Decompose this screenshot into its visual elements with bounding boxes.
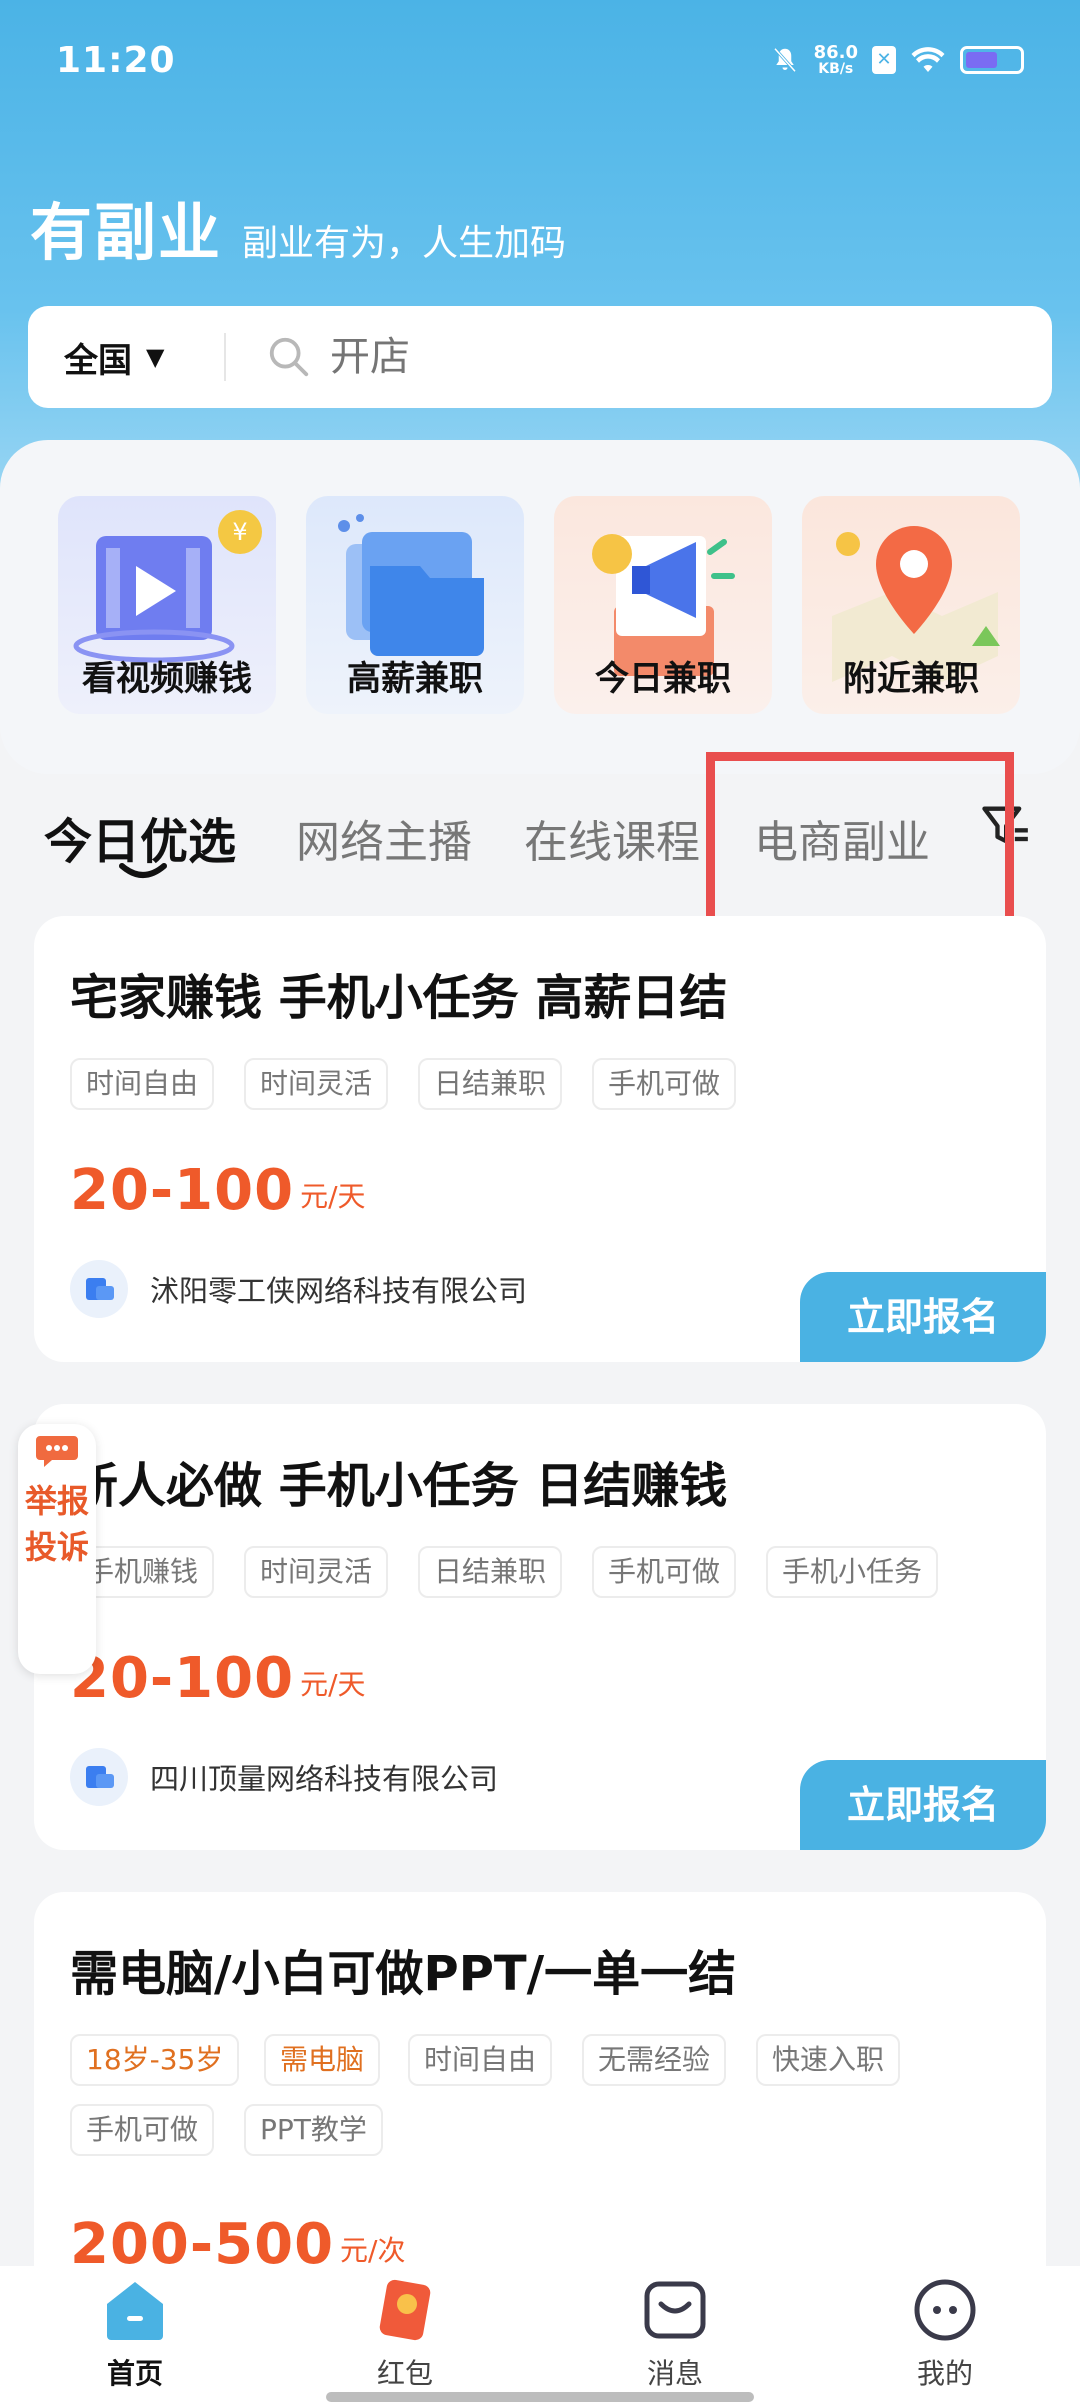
search-divider (224, 333, 226, 381)
tab-online-courses[interactable]: 在线课程 (524, 806, 700, 870)
job-salary: 20-100 元/天 (70, 1158, 366, 1223)
nav-label: 红包 (376, 2357, 433, 2390)
category-today-parttime[interactable]: 今日兼职 (554, 496, 772, 714)
bell-muted-icon (773, 47, 796, 73)
job-tag: 时间自由 (70, 1058, 215, 1110)
job-tag: 时间灵活 (244, 1546, 389, 1598)
profile-icon (914, 2279, 976, 2341)
job-tag: 时间自由 (408, 2034, 553, 2086)
salary-unit: 元/天 (300, 1668, 366, 1701)
nav-home[interactable]: 首页 (0, 2266, 270, 2408)
job-tag: PPT教学 (244, 2104, 383, 2156)
salary-unit: 元/次 (340, 2234, 406, 2267)
company-info: 四川顶量网络科技有限公司 (70, 1748, 498, 1806)
brand-header: 有副业 副业有为，人生加码 (30, 182, 566, 272)
region-selector[interactable]: 全国 ▼ (28, 333, 224, 382)
notification-x-icon: ✕ (872, 46, 896, 74)
company-name: 沭阳零工侠网络科技有限公司 (150, 1274, 528, 1308)
apply-button[interactable]: 立即报名 (800, 1272, 1046, 1362)
job-tag: 手机可做 (592, 1546, 737, 1598)
company-logo-icon (70, 1748, 128, 1806)
search-input[interactable] (330, 334, 930, 380)
job-tag: 需电脑 (264, 2034, 381, 2086)
nav-messages[interactable]: 消息 (540, 2266, 810, 2408)
job-tag: 日结兼职 (418, 1058, 563, 1110)
job-title: 需电脑/小白可做PPT/一单一结 (70, 1946, 737, 2002)
nav-label: 消息 (646, 2357, 703, 2390)
category-watch-video[interactable]: ¥ 看视频赚钱 (58, 496, 276, 714)
caret-down-icon: ▼ (146, 343, 165, 371)
search-icon (269, 337, 309, 377)
category-label: 今日兼职 (595, 659, 731, 699)
salary-range: 20-100 (70, 1158, 295, 1223)
status-time: 11:20 (56, 40, 176, 81)
job-title: 新人必做 手机小任务 日结赚钱 (70, 1458, 728, 1514)
nav-label: 首页 (106, 2357, 163, 2390)
search-bar: 全国 ▼ (28, 306, 1052, 408)
battery-icon (960, 46, 1024, 74)
network-speed: 86.0 KB/s (813, 42, 858, 77)
status-icons: 86.0 KB/s ✕ (770, 44, 1024, 76)
category-panel: ¥ 看视频赚钱 高薪兼职 今日兼职 附近兼职 (0, 440, 1080, 774)
category-high-salary[interactable]: 高薪兼职 (306, 496, 524, 714)
job-salary: 20-100 元/天 (70, 1646, 366, 1711)
tab-active-indicator (119, 863, 167, 878)
bottom-nav: 首页 红包 消息 我的 (0, 2266, 1080, 2408)
job-tag: 手机可做 (592, 1058, 737, 1110)
job-card[interactable]: 宅家赚钱 手机小任务 高薪日结 时间自由 时间灵活 日结兼职 手机可做 20-1… (34, 916, 1046, 1362)
job-tag: 手机小任务 (766, 1546, 939, 1598)
message-icon (644, 2281, 706, 2339)
job-card[interactable]: 需电脑/小白可做PPT/一单一结 18岁-35岁 需电脑 时间自由 无需经验 快… (34, 1892, 1046, 2312)
job-card[interactable]: 新人必做 手机小任务 日结赚钱 手机赚钱 时间灵活 日结兼职 手机可做 手机小任… (34, 1404, 1046, 1850)
app-slogan: 副业有为，人生加码 (242, 223, 567, 264)
category-label: 高薪兼职 (347, 659, 483, 699)
category-label: 看视频赚钱 (82, 659, 252, 699)
category-nearby-parttime[interactable]: 附近兼职 (802, 496, 1020, 714)
nav-profile[interactable]: 我的 (810, 2266, 1080, 2408)
status-bar: 11:20 86.0 KB/s ✕ (0, 0, 1080, 120)
salary-unit: 元/天 (300, 1180, 366, 1213)
svg-text:¥: ¥ (232, 518, 247, 546)
job-tag: 快速入职 (756, 2034, 901, 2086)
salary-range: 20-100 (70, 1646, 295, 1711)
app-title: 有副业 (30, 196, 223, 269)
category-label: 附近兼职 (843, 659, 979, 699)
company-info: 沭阳零工侠网络科技有限公司 (70, 1260, 527, 1318)
company-name: 四川顶量网络科技有限公司 (150, 1762, 499, 1796)
region-label: 全国 (64, 340, 132, 381)
network-speed-value: 86.0 (813, 42, 858, 63)
job-tag: 无需经验 (582, 2034, 727, 2086)
network-speed-unit: KB/s (818, 61, 854, 77)
wifi-icon (911, 47, 945, 72)
job-title: 宅家赚钱 手机小任务 高薪日结 (70, 970, 728, 1026)
tab-live-streaming[interactable]: 网络主播 (296, 806, 472, 870)
home-indicator[interactable] (326, 2392, 754, 2402)
report-label: 举报投诉 (24, 1482, 89, 1566)
chat-bubble-icon (36, 1436, 78, 1467)
nav-label: 我的 (916, 2357, 973, 2390)
report-complaint-button[interactable]: 举报投诉 (18, 1424, 96, 1674)
job-tag: 手机可做 (70, 2104, 215, 2156)
home-icon (107, 2282, 163, 2340)
company-logo-icon (70, 1260, 128, 1318)
job-tag: 日结兼职 (418, 1546, 563, 1598)
nav-red-packet[interactable]: 红包 (270, 2266, 540, 2408)
red-packet-icon (379, 2279, 431, 2341)
job-tag: 18岁-35岁 (70, 2034, 240, 2086)
apply-button[interactable]: 立即报名 (800, 1760, 1046, 1850)
job-tag: 时间灵活 (244, 1058, 389, 1110)
